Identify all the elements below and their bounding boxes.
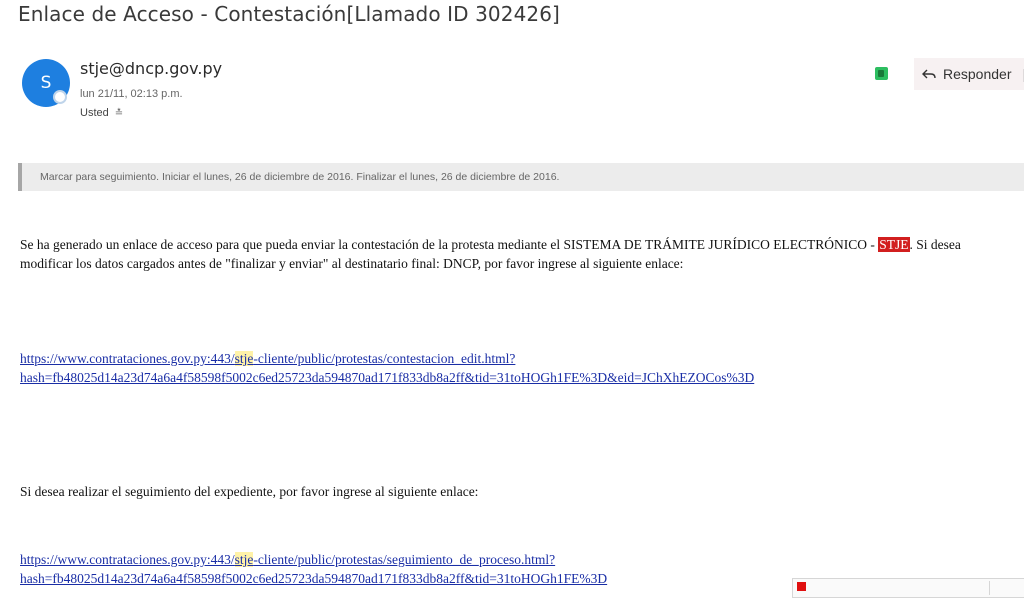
followup-banner: Marcar para seguimiento. Iniciar el lune…: [18, 163, 1024, 191]
evernote-icon[interactable]: [875, 67, 888, 80]
body-p1-text-a: Se ha generado un enlace de acceso para …: [20, 237, 878, 252]
notification-divider: [989, 581, 990, 595]
seguimiento-link[interactable]: https://www.contrataciones.gov.py:443/st…: [20, 550, 607, 588]
body-paragraph-2: Si desea realizar el seguimiento del exp…: [20, 482, 478, 501]
link1-part-b: -cliente/public/protestas/contestacion_e…: [253, 351, 515, 366]
link2-part-b: -cliente/public/protestas/seguimiento_de…: [253, 552, 555, 567]
reply-button[interactable]: Responder |: [914, 58, 1024, 90]
link2-part-c: hash=fb48025d14a23d74a6a4f58598f5002c6ed…: [20, 571, 607, 586]
body-paragraph-1: Se ha generado un enlace de acceso para …: [20, 235, 1010, 273]
contestacion-link[interactable]: https://www.contrataciones.gov.py:443/st…: [20, 349, 754, 387]
notification-popup[interactable]: [792, 578, 1024, 598]
link2-highlight: stje: [235, 552, 254, 567]
stje-highlight: STJE: [878, 237, 909, 252]
link1-highlight: stje: [235, 351, 254, 366]
recipient-line[interactable]: Usted ≛: [80, 107, 123, 119]
link2-part-a: https://www.contrataciones.gov.py:443/: [20, 552, 235, 567]
followup-text: Marcar para seguimiento. Iniciar el lune…: [40, 171, 559, 183]
reply-label: Responder: [943, 66, 1012, 82]
avatar-initial: S: [41, 73, 52, 93]
link1-part-a: https://www.contrataciones.gov.py:443/: [20, 351, 235, 366]
presence-status-icon: [53, 90, 67, 104]
email-subject: Enlace de Acceso - Contestación[Llamado …: [18, 2, 560, 26]
recipient-label: Usted: [80, 107, 109, 119]
sent-datetime: lun 21/11, 02:13 p.m.: [80, 88, 183, 100]
link1-part-c: hash=fb48025d14a23d74a6a4f58598f5002c6ed…: [20, 370, 754, 385]
reply-arrow-icon: [922, 67, 936, 81]
sender-address[interactable]: stje@dncp.gov.py: [80, 59, 222, 78]
chevron-down-icon[interactable]: ≛: [115, 108, 123, 119]
